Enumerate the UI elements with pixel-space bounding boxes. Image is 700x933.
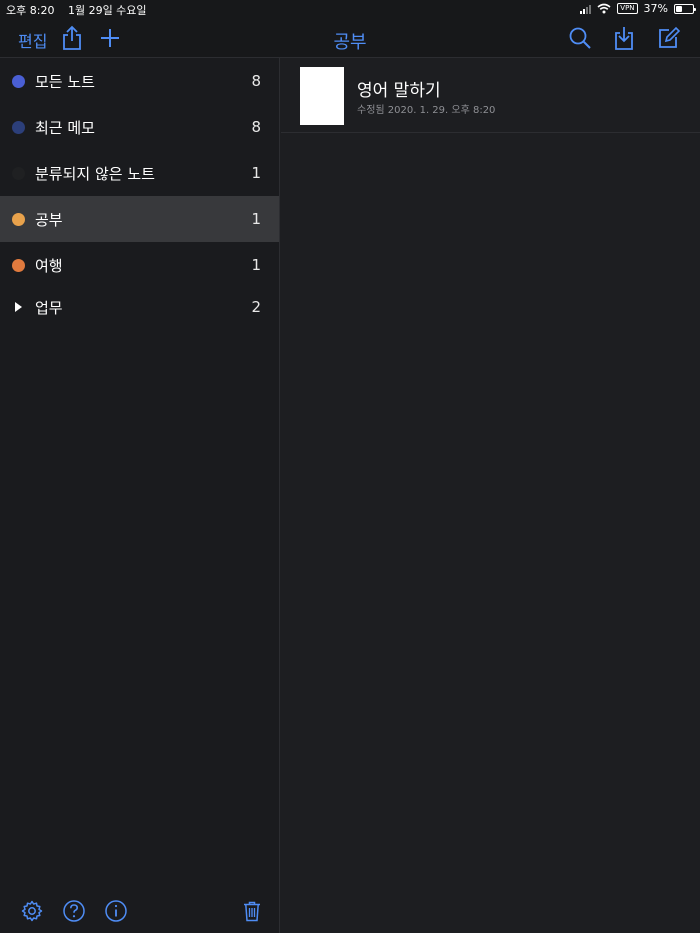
- folder-label: 공부: [35, 210, 63, 229]
- status-bar: 오후 8:20 1월 29일 수요일 VPN 37%: [0, 0, 700, 18]
- folder-recent-memos[interactable]: 최근 메모 8: [0, 104, 279, 150]
- info-icon[interactable]: [104, 899, 128, 923]
- battery-percent: 37%: [643, 2, 668, 15]
- folder-count: 1: [251, 256, 261, 274]
- note-title: 영어 말하기: [357, 81, 441, 101]
- folder-color-dot: [12, 258, 25, 272]
- folder-count: 8: [251, 72, 261, 90]
- folder-count: 8: [251, 118, 261, 136]
- folder-count: 2: [251, 298, 261, 316]
- note-modified-date: 수정됨 2020. 1. 29. 오후 8:20: [357, 105, 496, 116]
- folder-work[interactable]: 업무 2: [0, 288, 279, 326]
- search-icon[interactable]: [566, 24, 594, 52]
- folder-study[interactable]: 공부 1: [0, 196, 279, 242]
- status-right: VPN 37%: [580, 2, 696, 15]
- settings-gear-icon[interactable]: [20, 899, 44, 923]
- folder-travel[interactable]: 여행 1: [0, 242, 279, 288]
- import-icon[interactable]: [610, 24, 638, 52]
- battery-icon: [674, 3, 696, 14]
- status-left: 오후 8:20 1월 29일 수요일: [6, 2, 157, 18]
- note-thumbnail: [300, 67, 344, 125]
- edit-button[interactable]: 편집: [18, 28, 47, 52]
- note-list: 영어 말하기 수정됨 2020. 1. 29. 오후 8:20: [281, 58, 700, 933]
- help-icon[interactable]: [62, 899, 86, 923]
- share-icon[interactable]: [58, 24, 86, 52]
- folder-label: 모든 노트: [35, 72, 95, 91]
- cellular-signal-icon: [580, 4, 592, 14]
- navigation-bar: 편집 공부: [0, 18, 700, 58]
- folder-label: 최근 메모: [35, 118, 95, 137]
- folder-sidebar: 모든 노트 8 최근 메모 8 분류되지 않은 노트 1 공부 1 여행 1 업…: [0, 58, 280, 933]
- folder-count: 1: [251, 164, 261, 182]
- folder-color-dot: [12, 166, 25, 180]
- add-icon[interactable]: [96, 24, 124, 52]
- folder-color-dot: [12, 120, 25, 134]
- status-date: 1월 29일 수요일: [67, 4, 147, 17]
- note-list-item[interactable]: 영어 말하기 수정됨 2020. 1. 29. 오후 8:20: [281, 58, 700, 133]
- folder-label: 분류되지 않은 노트: [35, 164, 155, 183]
- status-time: 오후 8:20: [6, 4, 55, 17]
- compose-icon[interactable]: [654, 24, 682, 52]
- disclosure-triangle-icon[interactable]: [12, 302, 25, 312]
- vpn-badge: VPN: [617, 3, 638, 14]
- folder-color-dot: [12, 74, 25, 88]
- folder-uncategorized[interactable]: 분류되지 않은 노트 1: [0, 150, 279, 196]
- folder-count: 1: [251, 210, 261, 228]
- folder-all-notes[interactable]: 모든 노트 8: [0, 58, 279, 104]
- trash-icon[interactable]: [240, 899, 264, 923]
- folder-color-dot: [12, 212, 25, 226]
- sidebar-toolbar: [0, 891, 279, 933]
- wifi-icon: [597, 3, 611, 14]
- folder-label: 여행: [35, 256, 63, 275]
- battery-level: [676, 5, 682, 12]
- folder-label: 업무: [35, 298, 63, 317]
